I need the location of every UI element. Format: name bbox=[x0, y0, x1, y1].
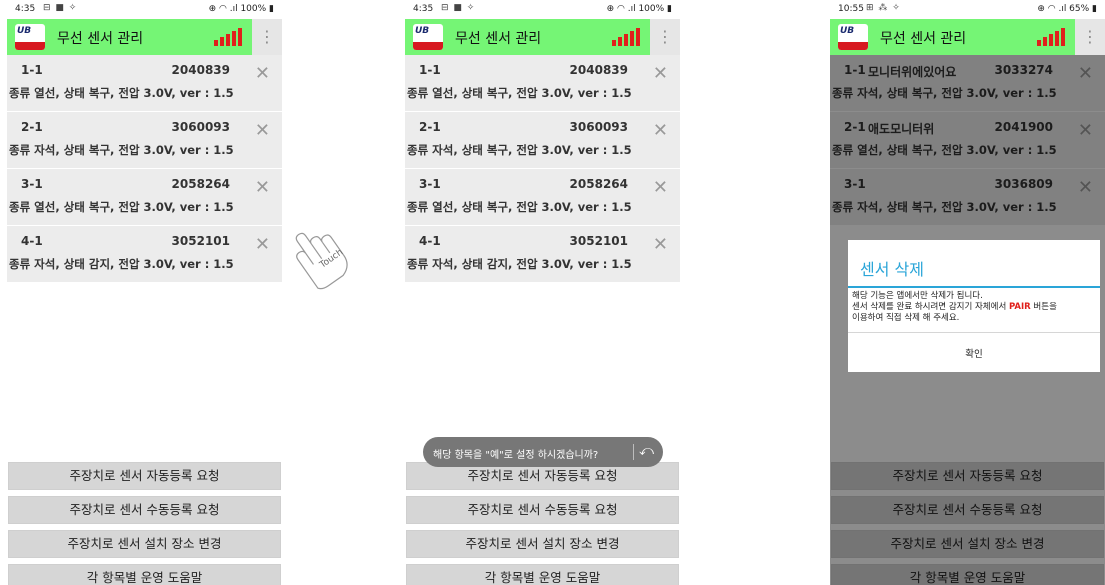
sensor-list: 1-1 2040839 ✕ 종류 열선, 상태 복구, 전압 3.0V, ver… bbox=[7, 55, 282, 283]
dialog-message: 해당 기능은 앱에서만 삭제가 됩니다. 센서 삭제를 완료 하시려면 감지기 … bbox=[852, 291, 1057, 323]
help-button[interactable]: 각 항목별 운영 도움말 bbox=[406, 564, 679, 585]
status-right: ⊕ ◠ .ıl 100% ▮ bbox=[208, 4, 274, 14]
sensor-description: 종류 열선, 상태 복구, 전압 3.0V, ver : 1.5 bbox=[407, 200, 632, 214]
pair-keyword: PAIR bbox=[1008, 302, 1031, 312]
sensor-code: 2040839 bbox=[569, 63, 628, 77]
sensor-description: 종류 자석, 상태 복구, 전압 3.0V, ver : 1.5 bbox=[407, 143, 632, 157]
undo-icon[interactable]: ⤺ bbox=[639, 443, 654, 459]
sensor-id: 4-1 bbox=[21, 234, 43, 248]
close-x-icon[interactable]: ✕ bbox=[653, 122, 668, 140]
help-button[interactable]: 각 항목별 운영 도움말 bbox=[8, 564, 281, 585]
sensor-id: 3-1 bbox=[419, 177, 441, 191]
status-time: 4:35 bbox=[15, 4, 36, 14]
close-x-icon[interactable]: ✕ bbox=[653, 65, 668, 83]
sensor-description: 종류 자석, 상태 복구, 전압 3.0V, ver : 1.5 bbox=[9, 143, 234, 157]
notification-icons: ⊟ ■ ✧ bbox=[43, 3, 78, 13]
manual-register-button[interactable]: 주장치로 센서 수동등록 요청 bbox=[8, 496, 281, 524]
sensor-list: 1-1 2040839 ✕ 종류 열선, 상태 복구, 전압 3.0V, ver… bbox=[405, 55, 680, 283]
sensor-code: 3060093 bbox=[569, 120, 628, 134]
notification-icons: ⊞ ⁂ ✧ bbox=[866, 3, 901, 13]
sensor-item[interactable]: 2-1 3060093 ✕ 종류 자석, 상태 복구, 전압 3.0V, ver… bbox=[7, 112, 282, 169]
notification-icons: ⊟ ■ ✧ bbox=[441, 3, 476, 13]
touch-hand-graphic: Touch bbox=[295, 232, 348, 290]
signal-strength-icon bbox=[214, 28, 242, 46]
dialog-button-divider bbox=[848, 332, 1100, 333]
change-location-button[interactable]: 주장치로 센서 설치 장소 변경 bbox=[406, 530, 679, 558]
sensor-code: 2040839 bbox=[171, 63, 230, 77]
ub-smart-logo: UB bbox=[413, 24, 443, 50]
auto-register-button[interactable]: 주장치로 센서 자동등록 요청 bbox=[8, 462, 281, 490]
sensor-description: 종류 자석, 상태 감지, 전압 3.0V, ver : 1.5 bbox=[407, 257, 632, 271]
overflow-menu-icon[interactable]: ⋮ bbox=[1075, 19, 1105, 55]
close-x-icon[interactable]: ✕ bbox=[255, 179, 270, 197]
sensor-id: 3-1 bbox=[21, 177, 43, 191]
sensor-id: 1-1 bbox=[21, 63, 43, 77]
signal-strength-icon bbox=[1037, 28, 1065, 46]
confirm-toast: 해당 항목을 "예"로 설정 하시겠습니까? ⤺ bbox=[423, 437, 663, 467]
sensor-item[interactable]: 1-1 2040839 ✕ 종류 열선, 상태 복구, 전압 3.0V, ver… bbox=[7, 55, 282, 112]
action-buttons: 주장치로 센서 자동등록 요청 주장치로 센서 수동등록 요청 주장치로 센서 … bbox=[405, 462, 680, 585]
manual-register-button[interactable]: 주장치로 센서 수동등록 요청 bbox=[406, 496, 679, 524]
app-bar: UB 무선 센서 관리 ⋮ bbox=[830, 19, 1105, 55]
phone-screen-2: 4:35 ⊟ ■ ✧ ⊕ ◠ .ıl 100% ▮ UB 무선 센서 관리 ⋮ … bbox=[405, 0, 680, 585]
status-right: ⊕ ◠ .ıl 65% ▮ bbox=[1037, 4, 1097, 14]
app-title: 무선 센서 관리 bbox=[880, 31, 967, 47]
dialog-title-divider bbox=[848, 286, 1100, 288]
close-x-icon[interactable]: ✕ bbox=[255, 122, 270, 140]
phone-screen-1: 4:35 ⊟ ■ ✧ ⊕ ◠ .ıl 100% ▮ UB 무선 센서 관리 ⋮ … bbox=[7, 0, 282, 585]
status-time: 4:35 bbox=[413, 4, 434, 14]
app-bar: UB 무선 센서 관리 ⋮ bbox=[405, 19, 680, 55]
action-buttons: 주장치로 센서 자동등록 요청 주장치로 센서 수동등록 요청 주장치로 센서 … bbox=[7, 462, 282, 585]
sensor-id: 2-1 bbox=[21, 120, 43, 134]
app-title: 무선 센서 관리 bbox=[57, 31, 144, 47]
app-title: 무선 센서 관리 bbox=[455, 31, 542, 47]
sensor-id: 4-1 bbox=[419, 234, 441, 248]
sensor-code: 2058264 bbox=[171, 177, 230, 191]
status-bar: 10:55 ⊞ ⁂ ✧ ⊕ ◠ .ıl 65% ▮ bbox=[830, 0, 1105, 19]
status-bar: 4:35 ⊟ ■ ✧ ⊕ ◠ .ıl 100% ▮ bbox=[405, 0, 680, 19]
phone-screen-3: 10:55 ⊞ ⁂ ✧ ⊕ ◠ .ıl 65% ▮ UB 무선 센서 관리 ⋮ … bbox=[830, 0, 1105, 585]
change-location-button[interactable]: 주장치로 센서 설치 장소 변경 bbox=[8, 530, 281, 558]
sensor-item[interactable]: 3-1 2058264 ✕ 종류 열선, 상태 복구, 전압 3.0V, ver… bbox=[405, 169, 680, 226]
sensor-id: 1-1 bbox=[419, 63, 441, 77]
sensor-description: 종류 열선, 상태 복구, 전압 3.0V, ver : 1.5 bbox=[9, 86, 234, 100]
ub-smart-logo: UB bbox=[838, 24, 868, 50]
sensor-item[interactable]: 4-1 3052101 ✕ 종류 자석, 상태 감지, 전압 3.0V, ver… bbox=[405, 226, 680, 283]
signal-strength-icon bbox=[612, 28, 640, 46]
sensor-item[interactable]: 2-1 3060093 ✕ 종류 자석, 상태 복구, 전압 3.0V, ver… bbox=[405, 112, 680, 169]
sensor-description: 종류 자석, 상태 감지, 전압 3.0V, ver : 1.5 bbox=[9, 257, 234, 271]
confirm-button[interactable]: 확인 bbox=[848, 346, 1100, 360]
status-bar: 4:35 ⊟ ■ ✧ ⊕ ◠ .ıl 100% ▮ bbox=[7, 0, 282, 19]
sensor-code: 3060093 bbox=[171, 120, 230, 134]
ub-smart-logo: UB bbox=[15, 24, 45, 50]
touch-hand-icon: Touch bbox=[268, 215, 358, 295]
status-time: 10:55 bbox=[838, 4, 864, 14]
status-right: ⊕ ◠ .ıl 100% ▮ bbox=[606, 4, 672, 14]
overflow-menu-icon[interactable]: ⋮ bbox=[650, 19, 680, 55]
toast-divider bbox=[633, 444, 634, 460]
sensor-code: 3052101 bbox=[171, 234, 230, 248]
overflow-menu-icon[interactable]: ⋮ bbox=[252, 19, 282, 55]
sensor-item[interactable]: 3-1 2058264 ✕ 종류 열선, 상태 복구, 전압 3.0V, ver… bbox=[7, 169, 282, 226]
close-x-icon[interactable]: ✕ bbox=[653, 236, 668, 254]
sensor-item[interactable]: 4-1 3052101 ✕ 종류 자석, 상태 감지, 전압 3.0V, ver… bbox=[7, 226, 282, 283]
sensor-description: 종류 열선, 상태 복구, 전압 3.0V, ver : 1.5 bbox=[9, 200, 234, 214]
sensor-code: 3052101 bbox=[569, 234, 628, 248]
app-bar: UB 무선 센서 관리 ⋮ bbox=[7, 19, 282, 55]
close-x-icon[interactable]: ✕ bbox=[653, 179, 668, 197]
sensor-description: 종류 열선, 상태 복구, 전압 3.0V, ver : 1.5 bbox=[407, 86, 632, 100]
toast-message: 해당 항목을 "예"로 설정 하시겠습니까? bbox=[433, 450, 599, 461]
sensor-id: 2-1 bbox=[419, 120, 441, 134]
close-x-icon[interactable]: ✕ bbox=[255, 65, 270, 83]
dialog-title: 센서 삭제 bbox=[860, 260, 924, 279]
sensor-item[interactable]: 1-1 2040839 ✕ 종류 열선, 상태 복구, 전압 3.0V, ver… bbox=[405, 55, 680, 112]
delete-sensor-dialog: 센서 삭제 해당 기능은 앱에서만 삭제가 됩니다. 센서 삭제를 완료 하시려… bbox=[848, 240, 1100, 372]
sensor-code: 2058264 bbox=[569, 177, 628, 191]
